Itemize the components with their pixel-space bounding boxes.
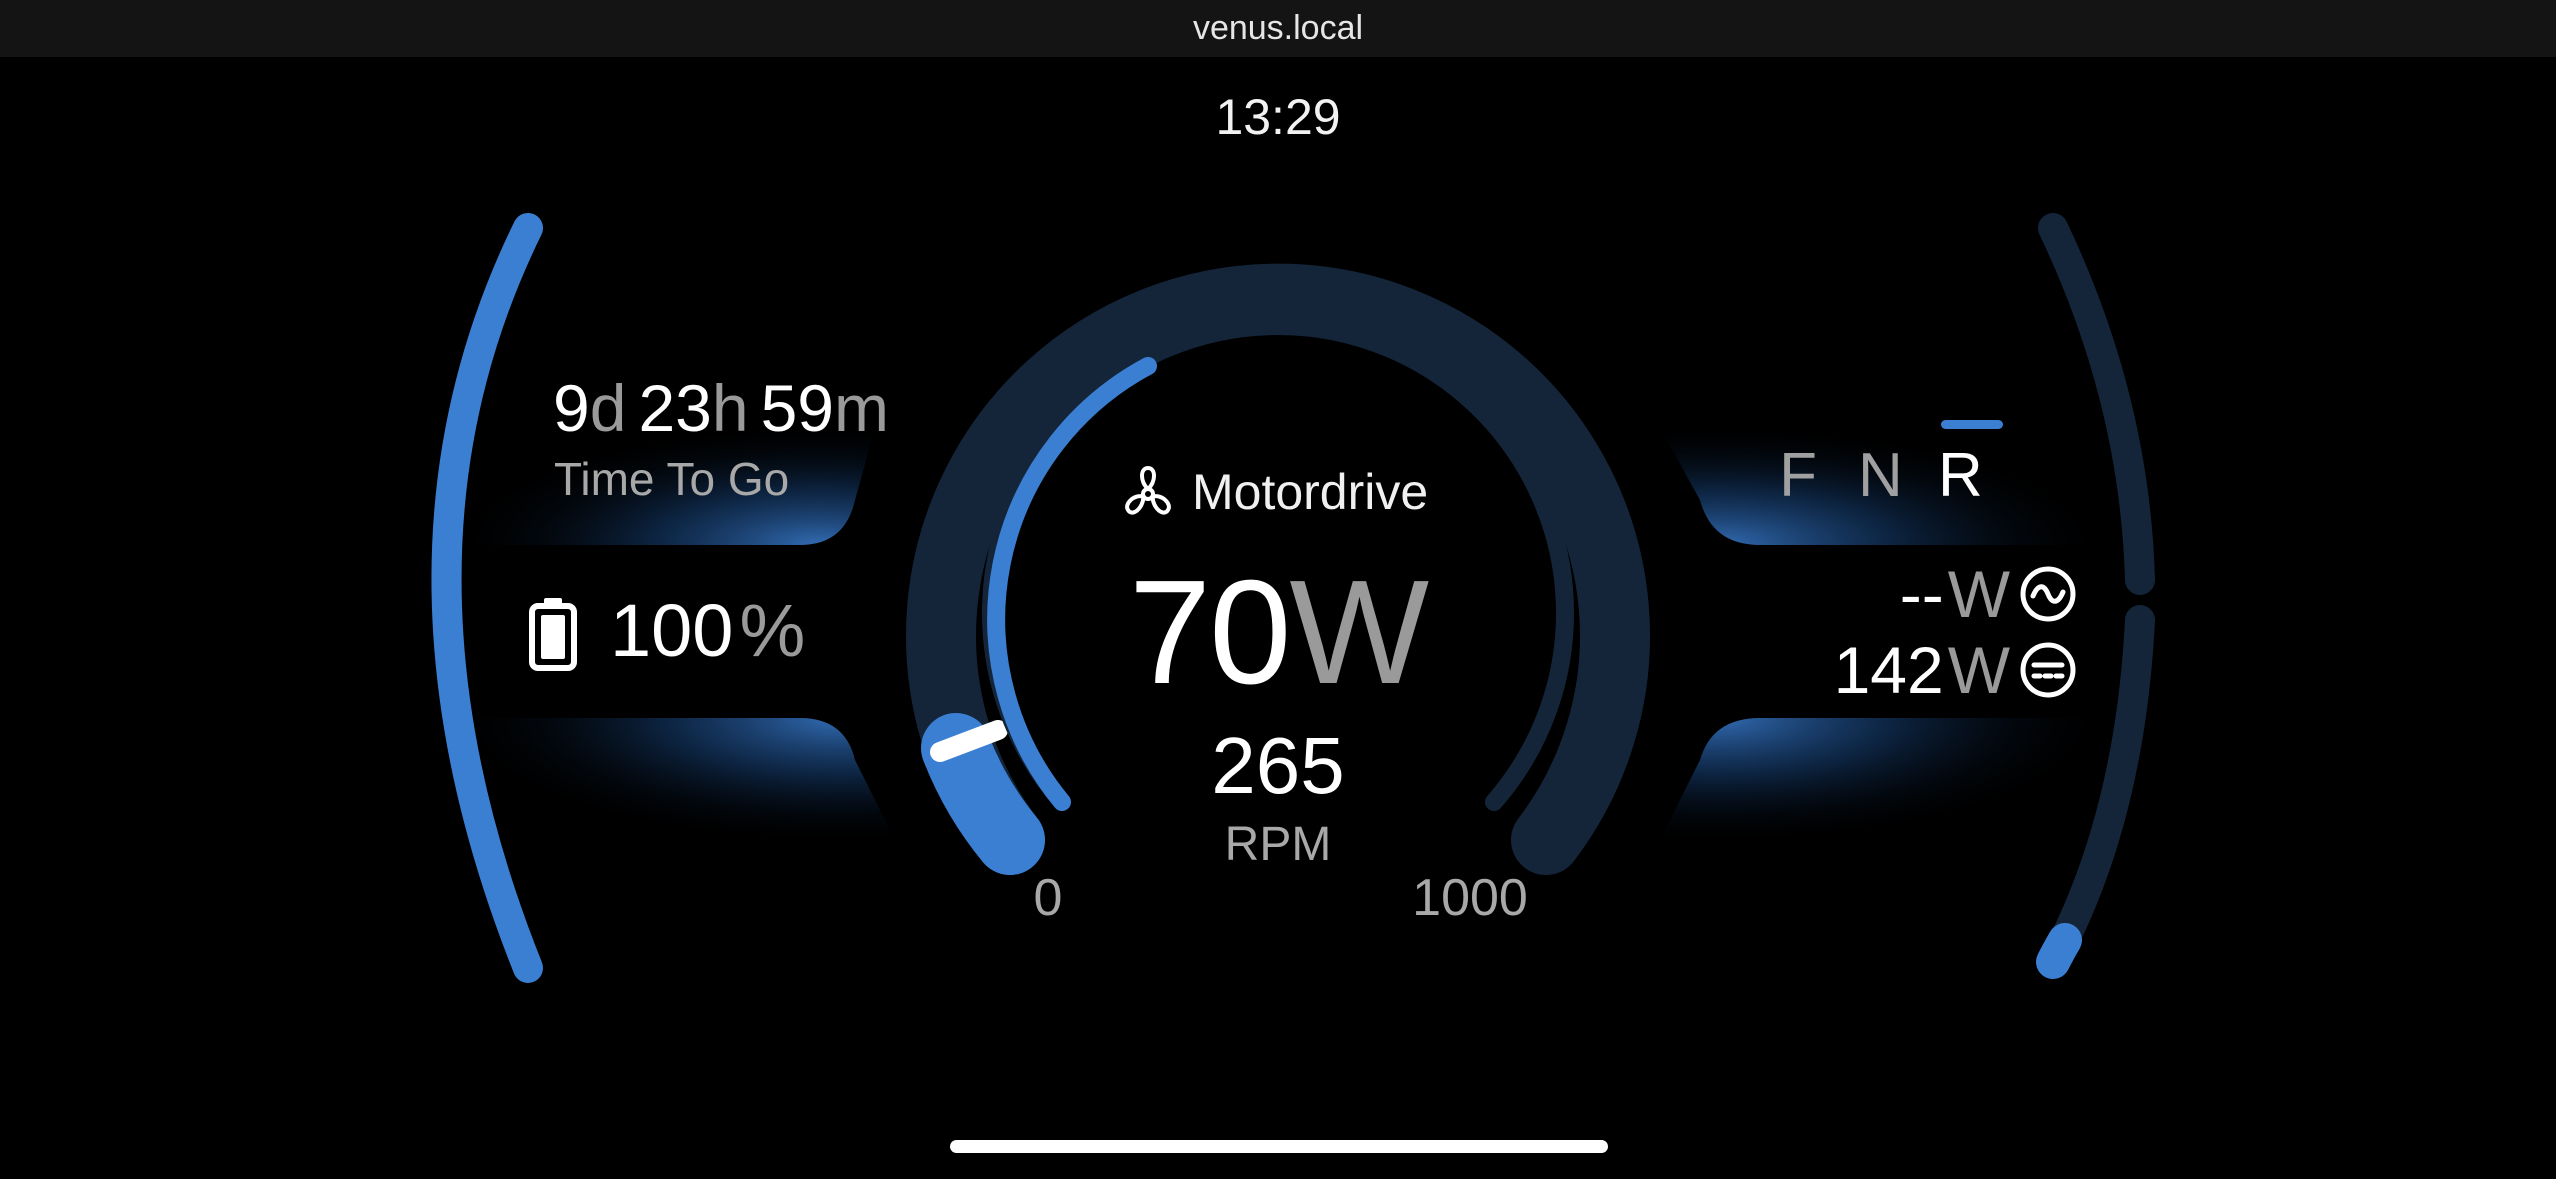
time-to-go-label: Time To Go <box>554 453 790 505</box>
motordrive-label: Motordrive <box>1192 464 1429 520</box>
rpm-label: RPM <box>1224 818 1332 871</box>
motor-power: 70W <box>1000 548 1556 718</box>
ttg-hours-unit: h <box>711 371 749 445</box>
dc-power-value: 142 <box>1833 633 1944 707</box>
rpm-scale-max: 1000 <box>1412 869 1528 927</box>
dashboard-page: venus.local 13:29 9d 23h 59m Time To Go … <box>0 0 2556 1179</box>
dc-power-row: 142 W <box>1834 633 2078 707</box>
battery-soc: 100% <box>610 588 805 673</box>
ttg-minutes: 59 <box>760 371 834 445</box>
right-arc-fill <box>2036 923 2082 979</box>
power-unit: W <box>1289 550 1429 715</box>
gear-forward[interactable]: F <box>1778 440 1818 511</box>
ac-icon <box>2020 566 2076 622</box>
soc-value: 100 <box>610 589 734 672</box>
soc-unit: % <box>739 589 806 672</box>
ac-power-unit: W <box>1947 557 2010 631</box>
ttg-minutes-unit: m <box>834 371 889 445</box>
ttg-days: 9 <box>553 371 590 445</box>
time-to-go-value: 9d 23h 59m <box>553 370 901 446</box>
home-indicator[interactable] <box>950 1140 1608 1153</box>
power-value: 70 <box>1128 550 1292 715</box>
fan-icon <box>1125 465 1171 515</box>
rpm-scale-min: 0 <box>1033 869 1063 927</box>
ac-power-value: -- <box>1899 557 1944 631</box>
gear-reverse[interactable]: R <box>1938 440 1983 511</box>
right-lower-glow <box>1650 718 2090 860</box>
active-gear-indicator <box>1941 420 2003 429</box>
battery-icon <box>529 598 577 671</box>
left-lower-glow <box>470 718 905 860</box>
ttg-hours: 23 <box>638 371 712 445</box>
motordrive-title: Motordrive <box>1118 462 1428 522</box>
gear-neutral[interactable]: N <box>1858 440 1903 511</box>
ttg-days-unit: d <box>589 371 627 445</box>
rpm-value: 265 <box>1211 721 1345 810</box>
gear-selector: F N R <box>1778 440 1983 511</box>
ac-power-row: -- W <box>1900 557 2078 631</box>
dc-icon <box>2020 642 2076 698</box>
dc-power-unit: W <box>1947 633 2010 707</box>
